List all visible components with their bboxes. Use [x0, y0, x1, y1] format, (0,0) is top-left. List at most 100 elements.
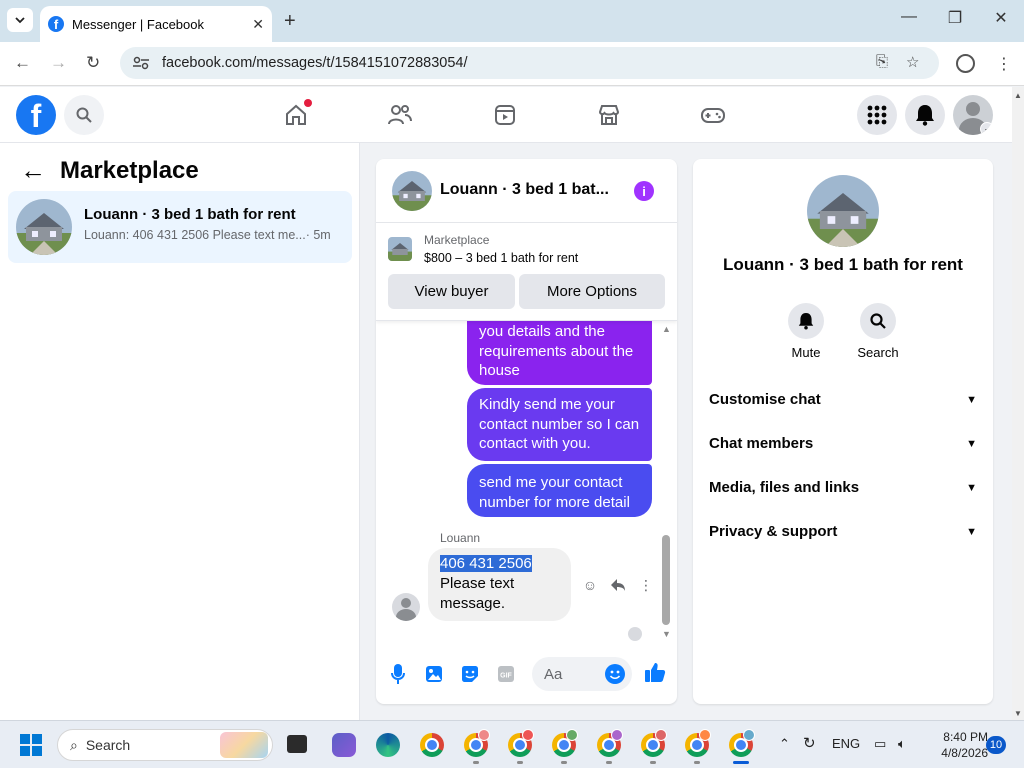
listing-small-thumbnail [388, 237, 412, 261]
svg-text:GIF: GIF [500, 673, 512, 680]
friends-nav-icon[interactable] [386, 101, 414, 129]
facebook-logo-icon[interactable]: f [16, 95, 56, 135]
chrome-profile-icon[interactable] [641, 729, 667, 757]
chat-scroll-up-icon[interactable]: ▲ [662, 324, 671, 334]
outgoing-message: you details and the requirements about t… [467, 321, 652, 385]
minimize-button[interactable]: — [886, 8, 932, 26]
bookmark-star-icon[interactable]: ☆ [906, 53, 919, 71]
edge-icon[interactable] [376, 733, 400, 757]
profile-icon[interactable] [956, 54, 975, 73]
chevron-down-icon: ⌄ [980, 122, 993, 135]
chevron-down-icon: ▼ [966, 437, 977, 450]
panel-title: ← Marketplace [20, 155, 199, 186]
gaming-nav-icon[interactable] [699, 101, 727, 129]
chrome-icon[interactable] [420, 733, 444, 757]
taskbar-search[interactable]: ⌕ Search [57, 729, 273, 761]
task-view-icon[interactable] [287, 735, 307, 753]
listing-avatar-large [807, 175, 879, 247]
section-privacy-support[interactable]: Privacy & support ▼ [709, 523, 977, 540]
sync-icon[interactable]: ↻ [803, 734, 816, 752]
mute-label: Mute [791, 345, 821, 360]
more-actions-icon[interactable]: ⋮ [637, 576, 655, 594]
marketplace-nav-icon[interactable] [595, 101, 623, 129]
back-button[interactable]: ← [14, 53, 31, 73]
close-window-button[interactable]: ✕ [978, 8, 1024, 28]
chrome-profile-icon[interactable] [508, 729, 534, 757]
section-media-files-links[interactable]: Media, files and links ▼ [709, 479, 977, 496]
windows-start-icon[interactable] [20, 734, 42, 756]
network-icon[interactable]: ▭ [874, 736, 886, 752]
menu-grid-button[interactable] [857, 95, 897, 135]
incoming-message-text: Please text message. [440, 575, 515, 612]
back-arrow-icon[interactable]: ← [20, 155, 46, 186]
section-customise-chat[interactable]: Customise chat ▼ [709, 391, 977, 408]
thumbs-up-icon[interactable] [644, 661, 666, 683]
taskbar-clock[interactable]: 8:40 PM 4/8/2026 [926, 729, 988, 761]
page-scrollbar[interactable]: ▲ ▼ [1012, 87, 1024, 720]
photo-icon[interactable] [423, 663, 445, 685]
chrome-profile-icon[interactable] [597, 729, 623, 757]
conversation-item[interactable]: Louann · 3 bed 1 bath for rent Louann: 4… [8, 191, 352, 263]
info-icon[interactable]: i [634, 181, 654, 201]
install-app-icon[interactable]: ⎘ [876, 53, 888, 70]
browser-tab[interactable]: f Messenger | Facebook ✕ [40, 6, 272, 42]
message-list: you details and the requirements about t… [376, 321, 677, 643]
search-icon [76, 107, 92, 123]
notification-dot [304, 99, 312, 107]
account-avatar-button[interactable]: ⌄ [953, 95, 993, 135]
outgoing-message: send me your contact number for more det… [467, 464, 652, 517]
view-buyer-button[interactable]: View buyer [388, 274, 515, 309]
more-options-button[interactable]: More Options [519, 274, 665, 309]
restore-button[interactable]: ❐ [932, 8, 978, 28]
address-bar-row: ← → ↻ facebook.com/messages/t/1584151072… [0, 42, 1024, 86]
chrome-active-icon[interactable] [729, 729, 755, 757]
search-label: Search [857, 345, 899, 360]
panel-title-text: Marketplace [60, 156, 199, 184]
notifications-button[interactable] [905, 95, 945, 135]
chat-header: Louann · 3 bed 1 bat... i [376, 159, 677, 223]
language-indicator[interactable]: ENG [832, 736, 860, 751]
browser-menu-icon[interactable]: ⋮ [996, 54, 1012, 74]
reply-icon[interactable] [609, 576, 627, 594]
marketplace-panel: ← Marketplace Louann · 3 bed 1 bath for … [0, 143, 360, 720]
new-tab-button[interactable]: + [284, 10, 296, 33]
site-settings-icon[interactable] [132, 56, 150, 70]
emoji-icon[interactable] [605, 664, 625, 684]
show-hidden-icons-icon[interactable]: ⌃ [779, 736, 790, 752]
tab-search-dropdown[interactable] [7, 8, 33, 32]
video-nav-icon[interactable] [491, 101, 519, 129]
chat-scrollbar-thumb[interactable] [662, 535, 670, 625]
message-composer: GIF Aa [376, 656, 677, 696]
conversation-name: Louann · 3 bed 1 bath for rent [84, 206, 296, 223]
chrome-profile-icon[interactable] [685, 729, 711, 757]
running-indicator [517, 761, 523, 764]
close-tab-icon[interactable]: ✕ [252, 16, 264, 33]
incoming-message[interactable]: 406 431 2506 Please text message. [428, 548, 571, 621]
sender-name: Louann [440, 531, 481, 545]
chat-avatar[interactable] [392, 171, 432, 211]
chat-scroll-down-icon[interactable]: ▼ [662, 629, 671, 639]
volume-icon[interactable]: 🔈︎ [898, 736, 906, 752]
mute-button[interactable]: Mute [776, 303, 836, 360]
chrome-profile-icon[interactable] [464, 729, 490, 757]
react-emoji-icon[interactable]: ☺ [581, 576, 599, 594]
omnibox[interactable]: facebook.com/messages/t/1584151072883054… [120, 47, 939, 79]
chat-header-name[interactable]: Louann · 3 bed 1 bat... [440, 181, 616, 199]
running-indicator [473, 761, 479, 764]
gif-icon[interactable]: GIF [495, 663, 517, 685]
chrome-profile-icon[interactable] [552, 729, 578, 757]
forward-button[interactable]: → [50, 53, 67, 73]
notification-count-badge[interactable]: 10 [986, 736, 1006, 754]
windows-taskbar: ⌕ Search ⌃ ↻ ENG ▭ 🔈︎ 8:40 PM 4/8/2026 1… [0, 720, 1024, 768]
section-chat-members[interactable]: Chat members ▼ [709, 435, 977, 452]
facebook-search-button[interactable] [64, 95, 104, 135]
teams-icon[interactable] [332, 733, 356, 757]
reload-button[interactable]: ↻ [86, 53, 100, 73]
microphone-icon[interactable] [387, 663, 409, 685]
sticker-icon[interactable] [459, 663, 481, 685]
sender-avatar [392, 593, 420, 621]
bell-icon [798, 313, 814, 330]
chevron-down-icon: ▼ [966, 525, 977, 538]
search-conversation-button[interactable]: Search [848, 303, 908, 360]
facebook-favicon-icon: f [48, 16, 64, 32]
